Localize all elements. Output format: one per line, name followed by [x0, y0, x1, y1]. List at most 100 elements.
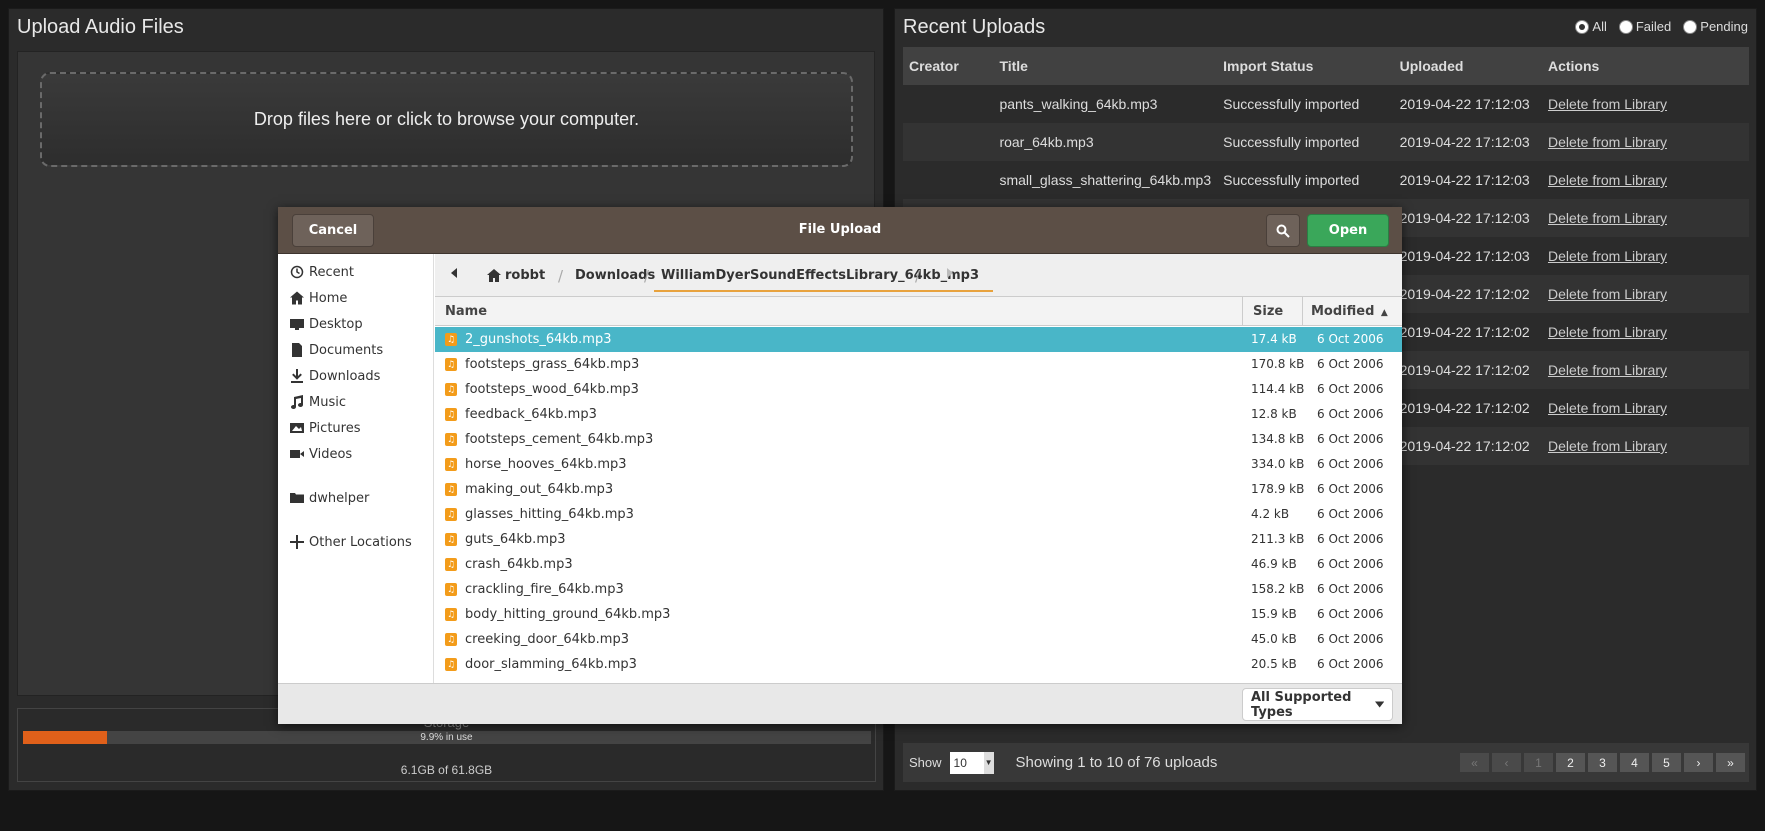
column-header[interactable]: Title: [993, 47, 1218, 85]
page-button[interactable]: «: [1460, 753, 1489, 772]
delete-link[interactable]: Delete from Library: [1548, 96, 1667, 112]
file-size: 134.8 kB: [1251, 432, 1305, 446]
place-pictures[interactable]: Pictures: [290, 418, 360, 438]
place-music[interactable]: Music: [290, 392, 346, 412]
page-size-value: 10: [953, 755, 967, 770]
file-upload-dialog: Cancel File Upload Open Recent Home Deskto…: [278, 207, 1402, 724]
column-header[interactable]: Uploaded: [1393, 47, 1542, 85]
cell-uploaded: 2019-04-22 17:12:02: [1393, 275, 1542, 313]
page-button[interactable]: 4: [1620, 753, 1649, 772]
delete-link[interactable]: Delete from Library: [1548, 210, 1667, 226]
page-button[interactable]: »: [1716, 753, 1745, 772]
cell-actions: Delete from Library: [1541, 313, 1749, 351]
audio-file-icon: ♫: [445, 458, 457, 471]
delete-link[interactable]: Delete from Library: [1548, 438, 1667, 454]
radio-button[interactable]: [1683, 19, 1698, 34]
file-row[interactable]: ♫ horse_hooves_64kb.mp3 334.0 kB 6 Oct 2006: [435, 452, 1402, 477]
place-documents[interactable]: Documents: [290, 340, 383, 360]
search-icon: [1276, 224, 1290, 238]
cell-status: Successfully imported: [1217, 161, 1394, 199]
column-header[interactable]: Actions: [1541, 47, 1749, 85]
delete-link[interactable]: Delete from Library: [1548, 172, 1667, 188]
page-button[interactable]: 1: [1524, 753, 1553, 772]
place-dwhelper[interactable]: dwhelper: [290, 488, 369, 508]
file-row[interactable]: ♫ footsteps_cement_64kb.mp3 134.8 kB 6 Oct …: [435, 427, 1402, 452]
path-back-button[interactable]: [449, 267, 459, 279]
delete-link[interactable]: Delete from Library: [1548, 286, 1667, 302]
place-desktop[interactable]: Desktop: [290, 314, 363, 334]
file-row[interactable]: ♫ guts_64kb.mp3 211.3 kB 6 Oct 2006: [435, 527, 1402, 552]
file-row[interactable]: ♫ crash_64kb.mp3 46.9 kB 6 Oct 2006: [435, 552, 1402, 577]
place-label: Videos: [309, 446, 353, 462]
cell-actions: Delete from Library: [1541, 275, 1749, 313]
file-size: 4.2 kB: [1251, 507, 1290, 521]
delete-link[interactable]: Delete from Library: [1548, 248, 1667, 264]
dropzone[interactable]: Drop files here or click to browse your …: [40, 72, 853, 167]
column-name[interactable]: Name: [445, 304, 487, 319]
file-type-filter[interactable]: All Supported Types: [1242, 688, 1393, 721]
delete-link[interactable]: Delete from Library: [1548, 400, 1667, 416]
file-row[interactable]: ♫ 2_gunshots_64kb.mp3 17.4 kB 6 Oct 2006: [435, 327, 1402, 352]
column-modified[interactable]: Modified ▲: [1311, 304, 1388, 319]
crumb-current-folder[interactable]: WilliamDyerSoundEffectsLibrary_64kb_mp3: [654, 268, 994, 292]
file-size: 211.3 kB: [1251, 532, 1305, 546]
page-button[interactable]: 5: [1652, 753, 1681, 772]
open-button[interactable]: Open: [1307, 214, 1389, 247]
filter-label: All: [1592, 19, 1607, 34]
file-modified: 6 Oct 2006: [1317, 432, 1384, 446]
page-button[interactable]: ‹: [1492, 753, 1521, 772]
place-home[interactable]: Home: [290, 288, 347, 308]
delete-link[interactable]: Delete from Library: [1548, 362, 1667, 378]
radio-button[interactable]: [1575, 19, 1590, 34]
file-name: footsteps_cement_64kb.mp3: [465, 432, 654, 447]
cell-uploaded: 2019-04-22 17:12:03: [1393, 237, 1542, 275]
file-row[interactable]: ♫ creeking_door_64kb.mp3 45.0 kB 6 Oct 2006: [435, 627, 1402, 652]
file-modified: 6 Oct 2006: [1317, 457, 1384, 471]
file-row[interactable]: ♫ door_slamming_64kb.mp3 20.5 kB 6 Oct 2006: [435, 652, 1402, 677]
radio-button[interactable]: [1618, 19, 1633, 34]
page-button[interactable]: 3: [1588, 753, 1617, 772]
file-name: making_out_64kb.mp3: [465, 482, 614, 497]
column-modified-label: Modified: [1311, 304, 1375, 319]
place-recent[interactable]: Recent: [290, 262, 354, 282]
delete-link[interactable]: Delete from Library: [1548, 324, 1667, 340]
column-header[interactable]: Creator: [903, 47, 994, 85]
desktop-icon: [290, 317, 304, 331]
crumb-home[interactable]: robbt: [487, 268, 545, 283]
column-header[interactable]: Import Status: [1217, 47, 1394, 85]
cell-actions: Delete from Library: [1541, 389, 1749, 427]
file-row[interactable]: ♫ body_hitting_ground_64kb.mp3 15.9 kB 6 Oc…: [435, 602, 1402, 627]
file-row[interactable]: ♫ feedback_64kb.mp3 12.8 kB 6 Oct 2006: [435, 402, 1402, 427]
file-modified: 6 Oct 2006: [1317, 482, 1384, 496]
chevron-right-icon: [947, 268, 953, 278]
file-row[interactable]: ♫ footsteps_grass_64kb.mp3 170.8 kB 6 Oct 2…: [435, 352, 1402, 377]
audio-file-icon: ♫: [445, 533, 457, 546]
chevron-down-icon: ▼: [983, 751, 994, 774]
page-size-select[interactable]: 10 ▼: [949, 751, 994, 774]
audio-file-icon: ♫: [445, 358, 457, 371]
crumb-label: robbt: [505, 268, 546, 283]
filter-failed[interactable]: Failed: [1618, 19, 1671, 34]
delete-link[interactable]: Delete from Library: [1548, 134, 1667, 150]
file-row[interactable]: ♫ crackling_fire_64kb.mp3 158.2 kB 6 Oct 20…: [435, 577, 1402, 602]
path-forward-button[interactable]: [945, 267, 955, 279]
cell-uploaded: 2019-04-22 17:12:03: [1393, 85, 1542, 123]
filter-all[interactable]: All: [1575, 19, 1607, 34]
place-other-locations[interactable]: Other Locations: [290, 532, 412, 552]
cell-creator: [903, 85, 994, 123]
audio-file-icon: ♫: [445, 658, 457, 671]
page-button[interactable]: ›: [1684, 753, 1713, 772]
file-row[interactable]: ♫ footsteps_wood_64kb.mp3 114.4 kB 6 Oct 20…: [435, 377, 1402, 402]
place-videos[interactable]: Videos: [290, 444, 352, 464]
audio-file-icon: ♫: [445, 408, 457, 421]
storage-total: 6.1GB of 61.8GB: [400, 763, 493, 777]
page-button[interactable]: 2: [1556, 753, 1585, 772]
file-row[interactable]: ♫ making_out_64kb.mp3 178.9 kB 6 Oct 2006: [435, 477, 1402, 502]
search-button[interactable]: [1266, 214, 1300, 247]
pagination: «‹ 1 2 3 4 5 ›»: [1460, 753, 1745, 772]
place-downloads[interactable]: Downloads: [290, 366, 380, 386]
column-divider: [1242, 297, 1243, 326]
filter-pending[interactable]: Pending: [1683, 19, 1748, 34]
file-row[interactable]: ♫ glasses_hitting_64kb.mp3 4.2 kB 6 Oct 200…: [435, 502, 1402, 527]
column-size[interactable]: Size: [1253, 304, 1283, 319]
